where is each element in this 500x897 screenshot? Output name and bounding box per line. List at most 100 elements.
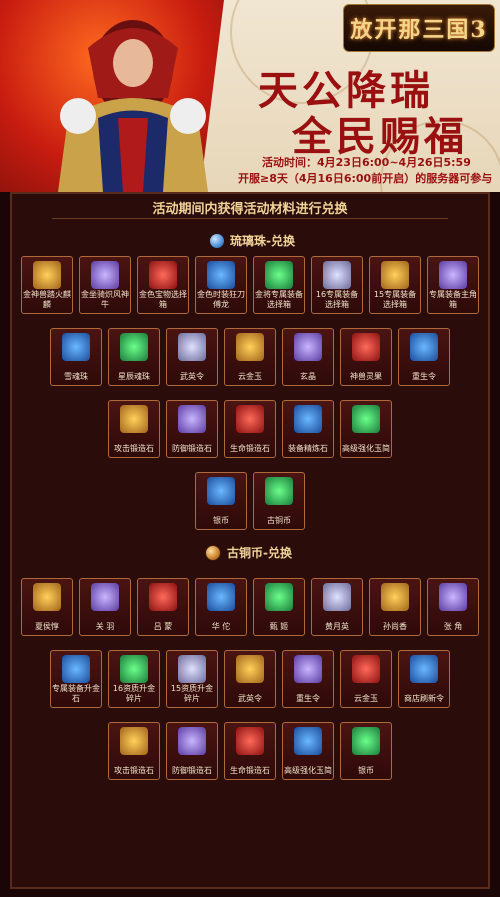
exchange-item[interactable]: 专属装备升金石	[50, 650, 102, 708]
item-icon	[207, 261, 235, 289]
item-icon	[265, 261, 293, 289]
exchange-item[interactable]: 华 佗	[195, 578, 247, 636]
item-icon	[62, 333, 90, 361]
item-icon	[381, 583, 409, 611]
item-icon	[323, 583, 351, 611]
item-label: 重生令	[412, 372, 436, 381]
exchange-item[interactable]: 金神兽踏火麒麟	[21, 256, 73, 314]
exchange-item[interactable]: 星辰魂珠	[108, 328, 160, 386]
exchange-item[interactable]: 高级强化玉简	[340, 400, 392, 458]
exchange-item[interactable]: 雪魂珠	[50, 328, 102, 386]
game-logo: 放开那三国3	[343, 4, 495, 52]
exchange-item[interactable]: 金将专属装备选择箱	[253, 256, 305, 314]
item-icon	[236, 333, 264, 361]
exchange-item[interactable]: 银币	[195, 472, 247, 530]
server-requirement: 开服≥8天（4月16日6:00前开启）的服务器可参与	[238, 172, 493, 185]
item-label: 银币	[358, 766, 374, 775]
exchange-item[interactable]: 甄 姬	[253, 578, 305, 636]
exchange-item[interactable]: 古铜币	[253, 472, 305, 530]
item-label: 甄 姬	[269, 622, 289, 631]
exchange-item[interactable]: 银币	[340, 722, 392, 780]
item-icon	[33, 261, 61, 289]
item-label: 古铜币	[267, 516, 291, 525]
exchange-item[interactable]: 武英令	[224, 650, 276, 708]
exchange-item[interactable]: 云金玉	[224, 328, 276, 386]
item-label: 夏侯惇	[35, 622, 59, 631]
section-bronze-coin-title: 古铜币-兑换	[205, 544, 292, 561]
event-banner: 放开那三国3 天公降瑞 全民赐福 活动时间：4月23日6:00~4月26日5:5…	[0, 0, 500, 192]
item-icon	[439, 583, 467, 611]
item-icon	[178, 655, 206, 683]
item-icon	[236, 655, 264, 683]
exchange-item[interactable]: 重生令	[398, 328, 450, 386]
exchange-item[interactable]: 金坐骑炽风神牛	[79, 256, 131, 314]
item-label: 生命锻造石	[230, 766, 270, 775]
item-label: 15专属装备选择箱	[373, 290, 417, 309]
item-label: 防御锻造石	[172, 444, 212, 453]
exchange-panel: 活动期间内获得活动材料进行兑换 琉璃珠-兑换 金神兽踏火麒麟 金坐骑炽风神牛 金色宝…	[10, 192, 490, 889]
exchange-item[interactable]: 武英令	[166, 328, 218, 386]
exchange-item[interactable]: 玄晶	[282, 328, 334, 386]
hero-character-art	[58, 20, 208, 192]
item-label: 金神兽踏火麒麟	[23, 290, 71, 309]
exchange-item[interactable]: 攻击锻造石	[108, 400, 160, 458]
item-label: 装备精炼石	[288, 444, 328, 453]
item-icon	[265, 583, 293, 611]
item-label: 银币	[213, 516, 229, 525]
exchange-item[interactable]: 云金玉	[340, 650, 392, 708]
item-icon	[410, 333, 438, 361]
item-icon	[265, 477, 293, 505]
exchange-item[interactable]: 生命锻造石	[224, 722, 276, 780]
exchange-item[interactable]: 重生令	[282, 650, 334, 708]
item-icon	[236, 727, 264, 755]
item-label: 高级强化玉简	[342, 444, 390, 453]
exchange-item[interactable]: 张 角	[427, 578, 479, 636]
item-label: 云金玉	[238, 372, 262, 381]
item-icon	[207, 583, 235, 611]
exchange-item[interactable]: 吕 蒙	[137, 578, 189, 636]
item-icon	[294, 655, 322, 683]
item-icon	[207, 477, 235, 505]
item-icon	[294, 333, 322, 361]
exchange-item[interactable]: 防御锻造石	[166, 400, 218, 458]
exchange-item[interactable]: 专属装备主角箱	[427, 256, 479, 314]
item-label: 武英令	[238, 694, 262, 703]
item-icon	[352, 405, 380, 433]
item-icon	[410, 655, 438, 683]
exchange-item[interactable]: 神兽灵果	[340, 328, 392, 386]
exchange-item[interactable]: 装备精炼石	[282, 400, 334, 458]
item-label: 金将专属装备选择箱	[255, 290, 303, 309]
item-icon	[149, 261, 177, 289]
exchange-item[interactable]: 防御锻造石	[166, 722, 218, 780]
exchange-item[interactable]: 16资质升金碎片	[108, 650, 160, 708]
exchange-item[interactable]: 高级强化玉简	[282, 722, 334, 780]
exchange-item[interactable]: 夏侯惇	[21, 578, 73, 636]
item-icon	[352, 727, 380, 755]
item-icon	[120, 333, 148, 361]
exchange-item[interactable]: 商店刷新令	[398, 650, 450, 708]
exchange-item[interactable]: 16专属装备选择箱	[311, 256, 363, 314]
item-label: 重生令	[296, 694, 320, 703]
item-icon	[439, 261, 467, 289]
item-label: 雪魂珠	[64, 372, 88, 381]
item-label: 15资质升金碎片	[170, 684, 214, 703]
item-label: 生命锻造石	[230, 444, 270, 453]
exchange-item[interactable]: 黄月英	[311, 578, 363, 636]
item-icon	[178, 405, 206, 433]
exchange-item[interactable]: 孙尚香	[369, 578, 421, 636]
exchange-item[interactable]: 攻击锻造石	[108, 722, 160, 780]
panel-heading: 活动期间内获得活动材料进行兑换	[152, 202, 348, 217]
exchange-item[interactable]: 金色宝物选择箱	[137, 256, 189, 314]
exchange-item[interactable]: 生命锻造石	[224, 400, 276, 458]
exchange-item[interactable]: 关 羽	[79, 578, 131, 636]
item-label: 关 羽	[95, 622, 115, 631]
item-icon	[294, 727, 322, 755]
item-icon	[120, 655, 148, 683]
item-label: 华 佗	[211, 622, 231, 631]
exchange-item[interactable]: 金色时装狂刀傅龙	[195, 256, 247, 314]
item-icon	[178, 333, 206, 361]
item-icon	[91, 583, 119, 611]
exchange-item[interactable]: 15专属装备选择箱	[369, 256, 421, 314]
item-label: 专属装备升金石	[52, 684, 100, 703]
exchange-item[interactable]: 15资质升金碎片	[166, 650, 218, 708]
